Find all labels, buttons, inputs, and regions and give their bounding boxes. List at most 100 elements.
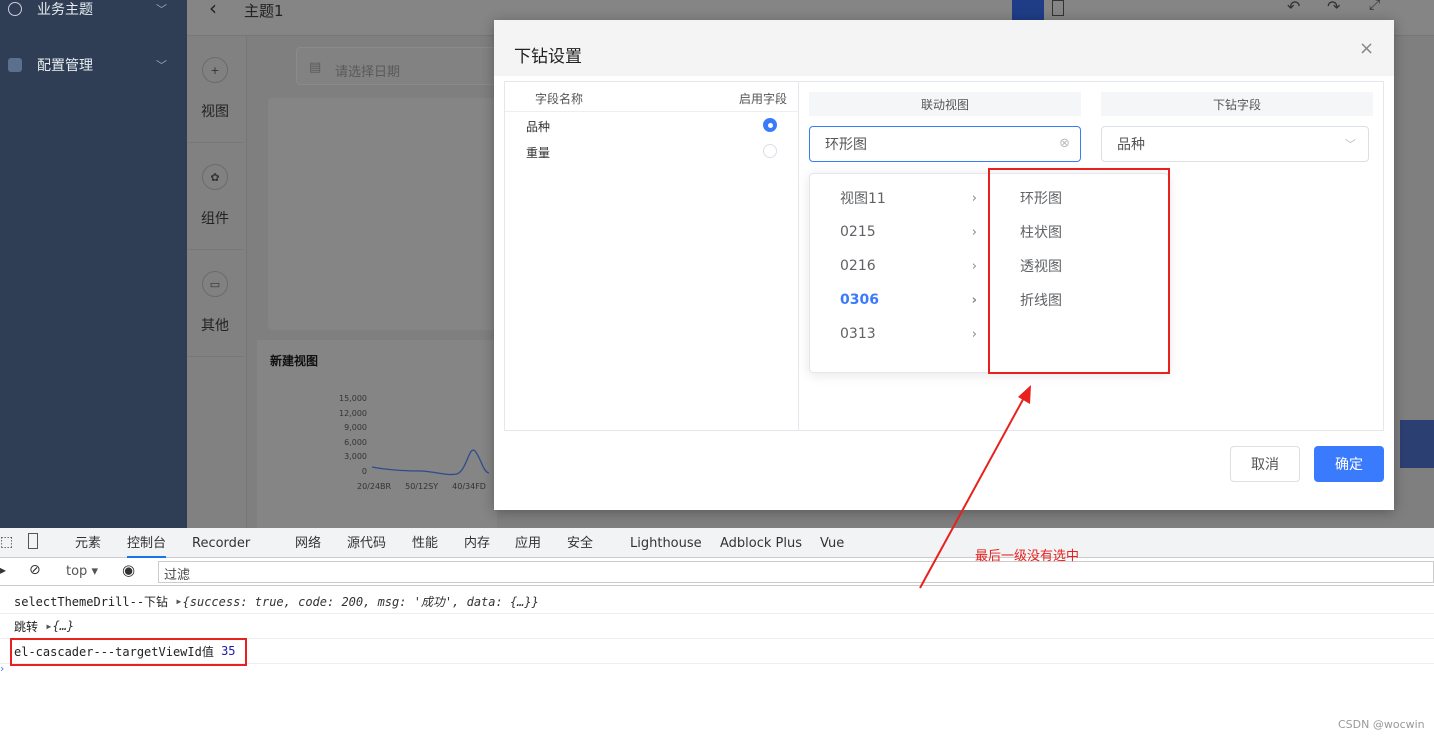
devtools-tab[interactable]: 控制台 [127,528,167,558]
option-label: 0216 [840,258,876,274]
log-object[interactable]: {…} [52,619,74,633]
tool-panel: + 视图 ✿ 组件 ▭ 其他 [187,36,247,528]
plus-circle-icon: + [202,57,228,83]
x-tick: 20/24BR [357,482,392,491]
date-placeholder: 请选择日期 [335,65,401,80]
option-label: 0306 [840,292,879,308]
empty-card [268,98,498,330]
clear-console-icon[interactable]: ⊘ [29,562,41,578]
column-header: 启用字段 [739,92,788,106]
confirm-button[interactable]: 确定 [1314,446,1384,482]
tool-label: 视图 [201,104,229,120]
cancel-button[interactable]: 取消 [1230,446,1300,482]
console-toolbar: ▸ ⊘ top ▾ ◉ 过滤 [0,558,1434,586]
clear-icon[interactable]: ⊗ [1059,136,1070,151]
field-name: 重量 [526,146,551,160]
tool-component[interactable]: ✿ 组件 [187,143,243,250]
sidebar-item-label: 业务主题 [37,2,93,18]
field-name: 品种 [526,120,551,134]
tool-label: 其他 [201,318,229,334]
devtools-tab[interactable]: Lighthouse [630,528,702,558]
tool-label: 组件 [201,211,229,227]
expand-icon[interactable]: ▸ [45,619,52,633]
log-text: 跳转 [14,619,39,634]
devtools-tab[interactable]: 安全 [567,528,593,558]
drill-field-select[interactable]: 品种 ﹀ [1101,126,1369,162]
widget-icon: ▭ [202,271,228,297]
prompt-icon[interactable]: › [0,662,4,675]
sidebar: 业务主题 ﹀ 配置管理 ﹀ [0,0,187,528]
cascader-option[interactable]: 视图11 › [810,181,989,215]
console-log: 跳转 ▸ {…} [0,614,1434,639]
table-row: 品种 [505,112,798,138]
filter-placeholder: 过滤 [164,568,191,583]
sidebar-item-config[interactable]: 配置管理 ﹀ [0,50,187,80]
view-card: 新建视图 15,000 12,000 9,000 6,000 3,000 0 20/24B… [257,340,497,528]
page-title: 主题1 [244,2,284,20]
series-line [371,449,490,476]
devtools-tab[interactable]: Recorder [192,528,250,558]
context-select[interactable]: top ▾ [66,564,98,579]
back-icon[interactable]: ‹ [209,0,217,20]
settings-icon [8,58,22,72]
drill-settings-dialog: 下钻设置 × 字段名称 启用字段 品种 重量 联动视图 下钻字段 环形图 ⊗ 品… [494,20,1394,510]
undo-icon[interactable]: ↶ [1287,0,1300,16]
enable-radio[interactable] [763,144,777,158]
desktop-view-button[interactable] [1012,0,1044,20]
select-value: 品种 [1117,137,1145,153]
sidebar-toggle-icon[interactable]: ▸ [0,563,6,577]
devtools-tabbar: ⬚ 元素 控制台 Recorder 网络 源代码 性能 内存 应用 安全 Lighthouse Ad… [0,528,1434,558]
cascader-option[interactable]: 0306 › [810,283,989,317]
devtools-tab[interactable]: 内存 [464,528,490,558]
console-log: selectThemeDrill--下钻 ▸ {success: true, co… [0,589,1434,614]
gear-icon: ✿ [202,164,228,190]
field-table: 字段名称 启用字段 品种 重量 [505,82,799,430]
linked-view-label: 联动视图 [809,92,1081,116]
inspect-icon[interactable]: ⬚ [0,534,13,550]
chevron-down-icon: ﹀ [1345,138,1356,151]
cascader-option[interactable]: 0215 › [810,215,989,249]
close-icon[interactable]: × [1359,38,1374,59]
context-value: top [66,564,88,579]
cascader-value: 环形图 [825,137,867,153]
x-tick: 50/12SY [405,482,439,491]
device-toggle-icon[interactable] [28,533,38,549]
eye-icon[interactable]: ◉ [122,561,135,579]
log-object[interactable]: {success: true, code: 200, msg: '成功', da… [183,593,539,610]
devtools-tab[interactable]: Vue [820,528,844,558]
annotation-box [10,638,247,666]
bar-mark [1400,420,1434,468]
calendar-icon: ▤ [309,60,322,75]
tool-other[interactable]: ▭ 其他 [187,250,243,357]
devtools-tab[interactable]: 元素 [75,528,101,558]
devtools-tab[interactable]: 源代码 [347,528,386,558]
devtools-tab[interactable]: 网络 [295,528,321,558]
devtools-tab[interactable]: 性能 [412,528,438,558]
tool-view[interactable]: + 视图 [187,36,243,143]
annotation-box [988,168,1170,374]
mobile-view-button[interactable] [1052,0,1064,16]
redo-icon[interactable]: ↷ [1327,0,1340,16]
chevron-down-icon: ﹀ [156,59,167,72]
enable-radio-checked[interactable] [763,118,777,132]
linked-view-cascader[interactable]: 环形图 ⊗ [809,126,1081,162]
cascader-option[interactable]: 0313 › [810,317,989,351]
sidebar-item-business-theme[interactable]: 业务主题 ﹀ [0,0,187,24]
devtools-tab[interactable]: 应用 [515,528,541,558]
drill-field-label: 下钻字段 [1101,92,1373,116]
devtools-tab[interactable]: Adblock Plus [720,528,802,558]
cascader-menu-level1: 视图11 › 0215 › 0216 › 0306 › 0313 › [810,181,990,373]
cascader-option[interactable]: 0216 › [810,249,989,283]
dialog-title: 下钻设置 [514,47,582,67]
devtools-panel: ⬚ 元素 控制台 Recorder 网络 源代码 性能 内存 应用 安全 Lighthouse Ad… [0,528,1434,740]
dialog-header: 下钻设置 × [494,20,1394,76]
watermark: CSDN @wocwin [1338,718,1425,731]
filter-input[interactable]: 过滤 [158,561,1434,583]
chevron-right-icon: › [971,190,977,206]
fullscreen-icon[interactable]: ⤢ [1369,0,1380,13]
option-label: 0313 [840,326,876,342]
expand-icon[interactable]: ▸ [175,594,182,608]
line-chart [371,449,490,476]
chevron-right-icon: › [971,258,977,274]
date-picker[interactable]: ▤ 请选择日期 [296,47,516,85]
